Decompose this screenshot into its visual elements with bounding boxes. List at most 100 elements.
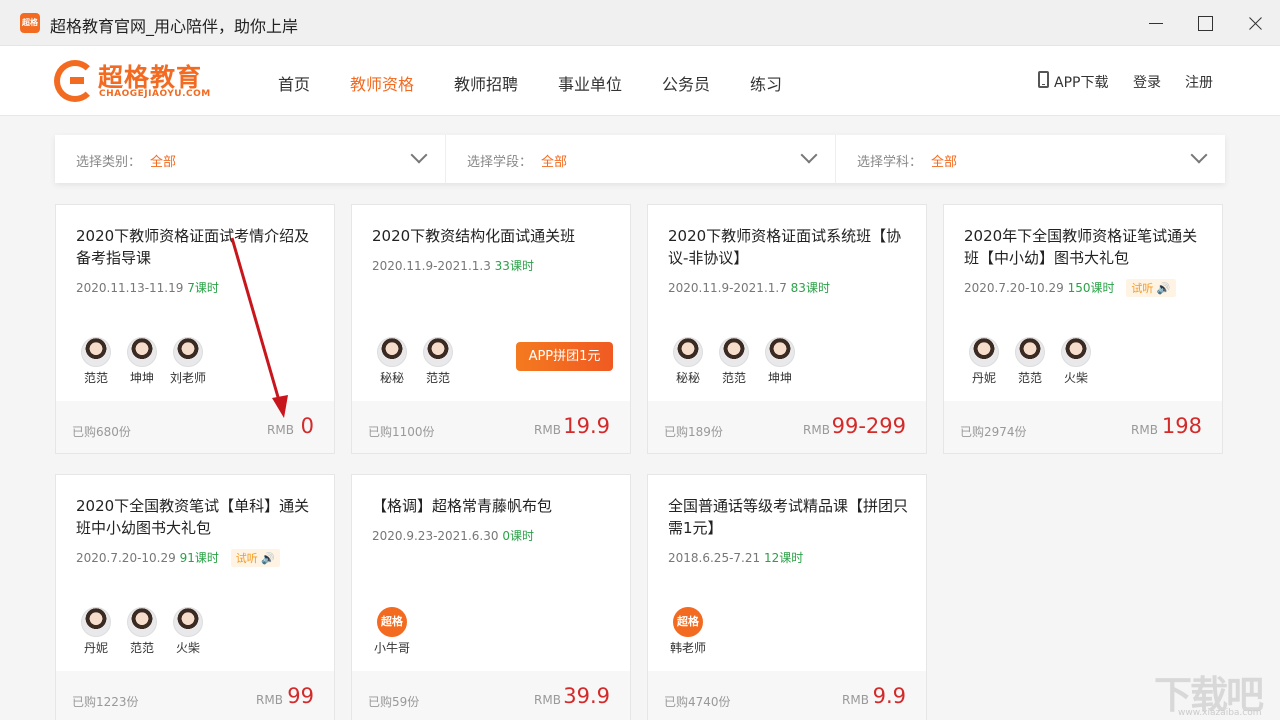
card-footer: 已购59份 RMB 39.9 [352, 671, 630, 720]
filter-label: 选择类别： [76, 155, 142, 170]
app-download-link[interactable]: APP下载 [1054, 72, 1108, 92]
filter-label: 选择学科： [857, 155, 923, 170]
teacher[interactable]: 火柴 [1056, 337, 1096, 386]
date-range: 2020.11.9-2021.1.3 [372, 259, 491, 273]
currency-label: RMB [842, 693, 869, 707]
teacher[interactable]: 丹妮 [76, 607, 116, 656]
teacher-name: 范范 [1017, 371, 1042, 385]
teacher-name: 范范 [425, 371, 450, 385]
teacher[interactable]: 范范 [418, 337, 458, 386]
course-date: 2020.11.13-11.19 7课时 [76, 279, 219, 296]
logo-text-en: CHAOGEJIAOYU.COM [99, 89, 211, 99]
course-title[interactable]: 2020下教师资格证面试考情介绍及备考指导课 [76, 225, 321, 269]
app-group-buy-button[interactable]: APP拼团1元 [516, 342, 613, 371]
avatar [969, 337, 999, 367]
course-card[interactable]: 2020下教师资格证面试系统班【协议-非协议】 2020.11.9-2021.1… [647, 204, 927, 454]
course-date: 2020.7.20-10.29 91课时 试听 🔊 [76, 549, 280, 567]
category-filter[interactable]: 选择类别： 全部 [55, 135, 445, 183]
sold-count: 已购1223份 [72, 695, 139, 709]
date-range: 2020.7.20-10.29 [76, 551, 176, 565]
course-card[interactable]: 2020下全国教资笔试【单科】通关班中小幼图书大礼包 2020.7.20-10.… [55, 474, 335, 720]
teacher[interactable]: 火柴 [168, 607, 208, 656]
teacher-name: 秘秘 [675, 371, 700, 385]
card-footer: 已购680份 RMB 0 [56, 401, 334, 453]
nav-public-institution[interactable]: 事业单位 [558, 71, 622, 95]
teacher[interactable]: 范范 [714, 337, 754, 386]
app-logo-icon: 超格 [20, 13, 40, 33]
sold-count: 已购4740份 [664, 695, 731, 709]
teacher[interactable]: 坤坤 [760, 337, 800, 386]
avatar [673, 337, 703, 367]
course-date: 2020.9.23-2021.6.30 0课时 [372, 527, 534, 544]
login-link[interactable]: 登录 [1133, 72, 1161, 92]
price: 198 [1161, 414, 1202, 438]
lesson-count: 33课时 [494, 259, 534, 273]
price: 39.9 [563, 684, 610, 708]
course-title[interactable]: 2020年下全国教师资格证笔试通关班【中小幼】图书大礼包 [964, 225, 1209, 269]
course-card[interactable]: 【格调】超格常青藤帆布包 2020.9.23-2021.6.30 0课时 超格 … [351, 474, 631, 720]
sold-count: 已购189份 [664, 425, 723, 439]
trial-badge[interactable]: 试听 🔊 [230, 549, 280, 567]
currency-label: RMB [803, 423, 830, 437]
course-card[interactable]: 2020年下全国教师资格证笔试通关班【中小幼】图书大礼包 2020.7.20-1… [943, 204, 1223, 454]
teacher-name: 火柴 [175, 641, 200, 655]
teacher[interactable]: 丹妮 [964, 337, 1004, 386]
teacher[interactable]: 超格 韩老师 [668, 607, 708, 656]
avatar [719, 337, 749, 367]
stage-filter[interactable]: 选择学段： 全部 [445, 135, 835, 183]
course-card[interactable]: 2020下教资结构化面试通关班 2020.11.9-2021.1.3 33课时 … [351, 204, 631, 454]
teacher-name: 坤坤 [767, 371, 792, 385]
date-range: 2020.7.20-10.29 [964, 281, 1064, 295]
card-footer: 已购4740份 RMB 9.9 [648, 671, 926, 720]
nav-teacher-recruitment[interactable]: 教师招聘 [454, 71, 518, 95]
maximize-button[interactable] [1190, 8, 1220, 38]
trial-badge[interactable]: 试听 🔊 [1126, 279, 1176, 297]
course-title[interactable]: 【格调】超格常青藤帆布包 [372, 495, 617, 517]
teacher-name: 丹妮 [971, 371, 996, 385]
course-title[interactable]: 2020下教资结构化面试通关班 [372, 225, 617, 247]
avatar [423, 337, 453, 367]
course-title[interactable]: 2020下全国教资笔试【单科】通关班中小幼图书大礼包 [76, 495, 321, 539]
teacher[interactable]: 范范 [122, 607, 162, 656]
filter-value: 全部 [931, 155, 958, 170]
register-link[interactable]: 注册 [1185, 72, 1213, 92]
teacher[interactable]: 秘秘 [668, 337, 708, 386]
course-title[interactable]: 全国普通话等级考试精品课【拼团只需1元】 [668, 495, 913, 539]
nav-civil-servant[interactable]: 公务员 [662, 71, 710, 95]
nav-practice[interactable]: 练习 [750, 71, 782, 95]
teacher[interactable]: 范范 [76, 337, 116, 386]
avatar [765, 337, 795, 367]
avatar [81, 337, 111, 367]
brand-avatar-icon: 超格 [673, 607, 703, 637]
course-card[interactable]: 2020下教师资格证面试考情介绍及备考指导课 2020.11.13-11.19 … [55, 204, 335, 454]
nav-teacher-qualification[interactable]: 教师资格 [350, 71, 414, 95]
nav-home[interactable]: 首页 [278, 71, 310, 95]
subject-filter[interactable]: 选择学科： 全部 [835, 135, 1225, 183]
teacher[interactable]: 超格 小牛哥 [372, 607, 412, 656]
teacher-name: 范范 [83, 371, 108, 385]
chevron-down-icon[interactable] [410, 146, 428, 164]
chevron-down-icon[interactable] [800, 146, 818, 164]
currency-label: RMB [534, 693, 561, 707]
price: 19.9 [563, 414, 610, 438]
sold-count: 已购2974份 [960, 425, 1027, 439]
site-logo[interactable]: 超格教育 CHAOGEJIAOYU.COM [54, 60, 234, 102]
close-button[interactable] [1240, 8, 1270, 38]
teacher-name: 范范 [721, 371, 746, 385]
card-footer: 已购1100份 RMB 19.9 [352, 401, 630, 453]
chevron-down-icon[interactable] [1190, 146, 1208, 164]
date-range: 2020.11.9-2021.1.7 [668, 281, 787, 295]
teacher-name: 坤坤 [129, 371, 154, 385]
price: 0 [300, 414, 314, 438]
avatar [173, 607, 203, 637]
brand-avatar-icon: 超格 [377, 607, 407, 637]
teacher[interactable]: 秘秘 [372, 337, 412, 386]
minimize-button[interactable] [1141, 8, 1171, 38]
price: 9.9 [872, 684, 906, 708]
course-title[interactable]: 2020下教师资格证面试系统班【协议-非协议】 [668, 225, 913, 269]
teacher[interactable]: 刘老师 [168, 337, 208, 386]
teacher[interactable]: 范范 [1010, 337, 1050, 386]
course-card[interactable]: 全国普通话等级考试精品课【拼团只需1元】 2018.6.25-7.21 12课时… [647, 474, 927, 720]
teacher[interactable]: 坤坤 [122, 337, 162, 386]
phone-icon [1038, 71, 1049, 88]
